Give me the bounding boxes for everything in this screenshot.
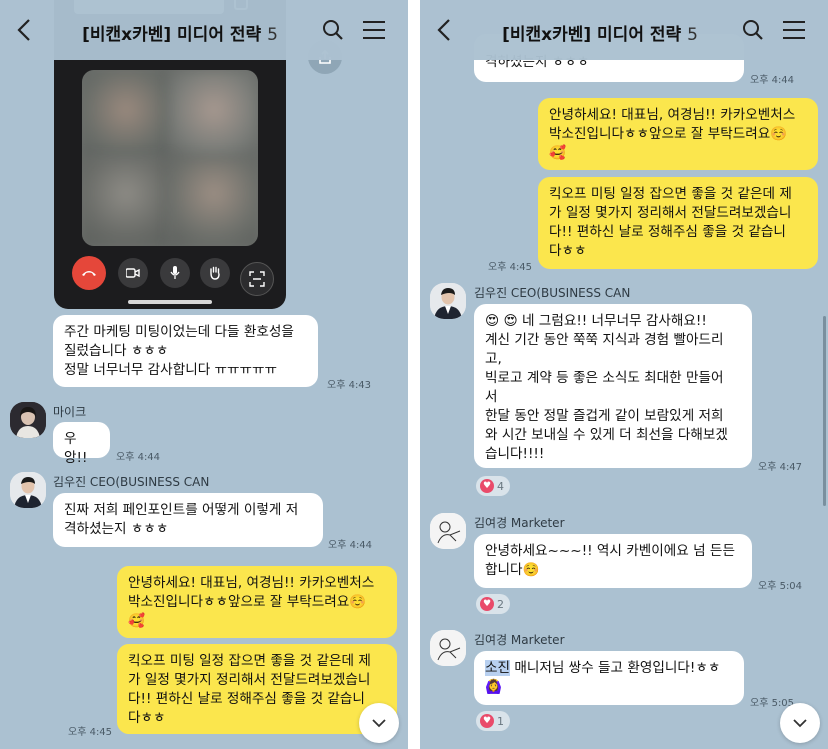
mention-highlight[interactable]: 소진: [485, 660, 511, 676]
message-time: 오후 4:47: [758, 462, 803, 473]
search-icon[interactable]: [742, 19, 764, 41]
message-time: 오후 4:44: [328, 540, 373, 551]
avatar-kim-woojin[interactable]: [430, 283, 466, 319]
sender-name: 김여경 Marketer: [474, 633, 565, 647]
message-time: 오후 4:45: [68, 727, 113, 738]
message-bubble-outgoing[interactable]: 안녕하세요! 대표님, 여경님!! 카카오벤처스 박소진입니다ㅎㅎ앞으로 잘 부…: [538, 98, 818, 170]
reaction-badge[interactable]: ♥ 2: [476, 594, 510, 614]
camera-toggle-button[interactable]: [118, 258, 148, 288]
video-camera-icon: [126, 268, 140, 278]
message-time: 오후 4:43: [327, 380, 372, 391]
screen-capture-button[interactable]: [240, 262, 274, 296]
message-time: 오후 5:04: [758, 581, 803, 592]
home-indicator: [128, 300, 212, 304]
end-call-button[interactable]: [72, 256, 106, 290]
chevron-down-icon: [793, 719, 807, 728]
hamburger-menu-icon[interactable]: [782, 20, 806, 40]
avatar-kim-yeokyung[interactable]: [430, 513, 466, 549]
message-bubble-incoming[interactable]: 안녕하세요~~~!! 역시 카벤이에요 넘 든든 합니다☺️: [474, 534, 752, 588]
message-bubble-incoming[interactable]: 소진 매니저님 쌍수 들고 환영입니다!ㅎㅎ 🙆‍♀️: [474, 651, 744, 705]
sender-name: 김우진 CEO(BUSINESS CAN: [53, 475, 210, 489]
sender-name: 김여경 Marketer: [474, 516, 565, 530]
call-participants-grid: [82, 70, 258, 246]
back-arrow-icon[interactable]: [14, 17, 36, 43]
chat-header: [비캔x카벤] 미디어 전략 5: [420, 0, 828, 60]
chat-screen-right: 격하셨는지 ㅎㅎㅎ 오후 4:44 안녕하세요! 대표님, 여경님!! 카카오벤…: [420, 0, 828, 749]
member-count: 5: [267, 25, 278, 45]
profile-sketch-icon: [430, 630, 466, 666]
avatar-kim-yeokyung[interactable]: [430, 630, 466, 666]
message-bubble-incoming[interactable]: 우앙!!: [53, 422, 110, 466]
message-bubble-outgoing[interactable]: 킥오프 미팅 일정 잡으면 좋을 것 같은데 제 가 일정 몇가지 정리해서 전…: [117, 644, 397, 734]
message-bubble-incoming[interactable]: 주간 마케팅 미팅이었는데 다들 환호성을 질렀습니다 ㅎㅎㅎ 정말 너무너무 …: [53, 315, 318, 387]
message-time: 오후 4:44: [750, 75, 795, 86]
message-time: 오후 4:45: [488, 262, 533, 273]
member-count: 5: [687, 25, 698, 45]
microphone-icon: [170, 266, 180, 279]
avatar-mike[interactable]: [10, 402, 46, 438]
scrollbar[interactable]: [823, 316, 826, 506]
reaction-badge[interactable]: ♥ 1: [476, 711, 510, 731]
search-icon[interactable]: [322, 19, 344, 41]
message-bubble-incoming[interactable]: 😍 😍 네 그럼요!! 너무너무 감사해요!! 계신 기간 동안 쭉쭉 지식과 …: [474, 304, 752, 468]
message-bubble-incoming[interactable]: 진짜 저희 페인포인트를 어떻게 이렇게 저 격하셨는지 ㅎㅎㅎ: [53, 493, 323, 547]
chat-title: [비캔x카벤] 미디어 전략 5: [502, 25, 698, 45]
profile-sketch-icon: [430, 513, 466, 549]
scan-frame-icon: [249, 271, 265, 287]
sender-name: 김우진 CEO(BUSINESS CAN: [474, 286, 631, 300]
profile-photo-icon: [10, 402, 46, 438]
message-time: 오후 4:44: [116, 452, 161, 463]
sender-name: 마이크: [53, 405, 87, 419]
phone-hangup-icon: [82, 271, 96, 276]
message-bubble-outgoing[interactable]: 킥오프 미팅 일정 잡으면 좋을 것 같은데 제 가 일정 몇가지 정리해서 전…: [538, 177, 818, 269]
reaction-badge[interactable]: ♥ 4: [476, 476, 510, 496]
heart-icon: ♥: [480, 479, 494, 493]
chat-screen-left: 안녕하세요! 대표님, 여경님!! 카카오벤처스 박소진입니다ㅎㅎ앞으로 잘 부…: [0, 0, 408, 749]
back-arrow-icon[interactable]: [434, 17, 456, 43]
chat-header: [비캔x카벤] 미디어 전략 5: [0, 0, 408, 60]
hamburger-menu-icon[interactable]: [362, 20, 386, 40]
profile-photo-icon: [430, 283, 466, 319]
scroll-to-bottom-button[interactable]: [359, 703, 399, 743]
scroll-to-bottom-button[interactable]: [780, 703, 820, 743]
chevron-down-icon: [372, 719, 386, 728]
chat-title: [비캔x카벤] 미디어 전략 5: [82, 25, 278, 45]
heart-icon: ♥: [480, 597, 494, 611]
mic-toggle-button[interactable]: [160, 258, 190, 288]
raise-hand-button[interactable]: [200, 258, 230, 288]
heart-icon: ♥: [480, 714, 494, 728]
profile-photo-icon: [10, 472, 46, 508]
message-bubble-outgoing[interactable]: 안녕하세요! 대표님, 여경님!! 카카오벤처스 박소진입니다ㅎㅎ앞으로 잘 부…: [117, 566, 397, 638]
hand-icon: [210, 266, 220, 280]
avatar-kim-woojin[interactable]: [10, 472, 46, 508]
